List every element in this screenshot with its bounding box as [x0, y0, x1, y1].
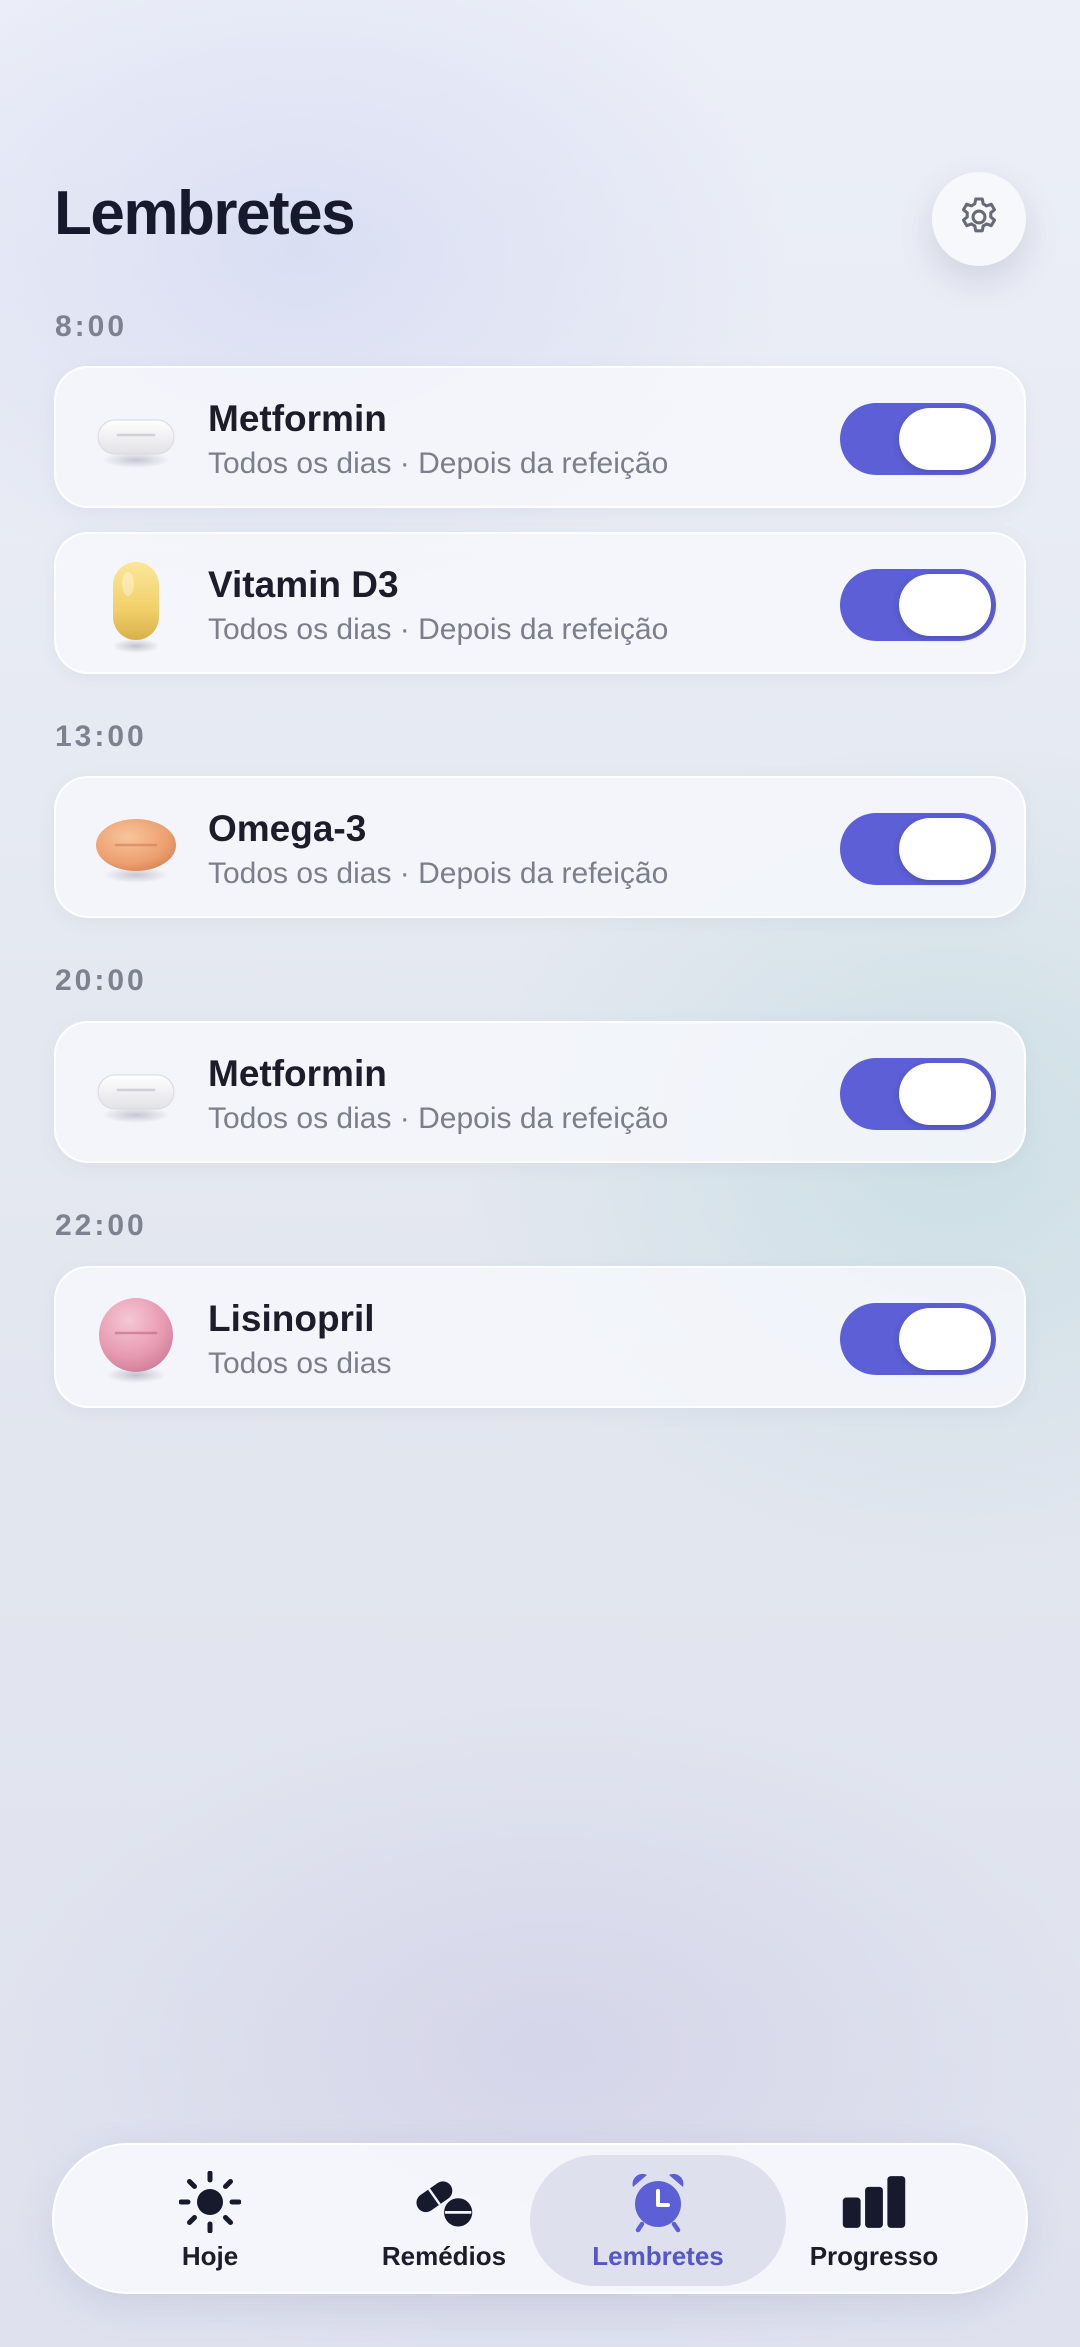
- toggle-knob: [899, 408, 991, 470]
- reminder-card[interactable]: Metformin Todos os dias · Depois da refe…: [54, 366, 1026, 508]
- time-label-0800: 8:00: [55, 310, 128, 343]
- time-label-2000: 20:00: [55, 964, 147, 997]
- settings-button[interactable]: [932, 172, 1026, 266]
- sun-icon: [177, 2171, 243, 2233]
- page-title: Lembretes: [54, 179, 356, 248]
- tab-progresso[interactable]: Progresso: [758, 2155, 990, 2286]
- med-name: Vitamin D3: [208, 564, 399, 605]
- tab-lembretes[interactable]: Lembretes: [530, 2155, 786, 2286]
- tab-bar: Hoje Remédios Lembretes Progresso: [52, 2143, 1028, 2294]
- pills-icon: [411, 2171, 477, 2233]
- reminder-card[interactable]: Lisinopril Todos os dias: [54, 1266, 1026, 1408]
- med-name: Metformin: [208, 398, 387, 439]
- toggle-knob: [899, 574, 991, 636]
- med-name: Metformin: [208, 1053, 387, 1094]
- time-label-1300: 13:00: [55, 720, 147, 753]
- med-schedule: Todos os dias · Depois da refeição: [208, 857, 669, 890]
- yellow-capsule-icon: [86, 556, 186, 656]
- bar-chart-icon: [841, 2171, 907, 2233]
- white-oval-tablet-icon: [86, 390, 186, 490]
- tab-label: Progresso: [809, 2241, 939, 2271]
- tab-hoje[interactable]: Hoje: [94, 2155, 326, 2286]
- toggle-knob: [899, 818, 991, 880]
- orange-softgel-icon: [86, 800, 186, 900]
- med-schedule: Todos os dias · Depois da refeição: [208, 613, 669, 646]
- reminder-card[interactable]: Vitamin D3 Todos os dias · Depois da ref…: [54, 532, 1026, 674]
- reminder-toggle[interactable]: [840, 569, 996, 641]
- med-name: Lisinopril: [208, 1298, 375, 1339]
- tab-label: Lembretes: [592, 2241, 724, 2271]
- reminder-toggle[interactable]: [840, 1058, 996, 1130]
- med-schedule: Todos os dias · Depois da refeição: [208, 1102, 669, 1135]
- reminder-card[interactable]: Metformin Todos os dias · Depois da refe…: [54, 1021, 1026, 1163]
- reminder-toggle[interactable]: [840, 813, 996, 885]
- pink-round-tablet-icon: [86, 1290, 186, 1390]
- med-schedule: Todos os dias: [208, 1347, 392, 1380]
- tab-label: Hoje: [181, 2241, 239, 2271]
- tab-label: Remédios: [381, 2241, 507, 2271]
- reminder-toggle[interactable]: [840, 403, 996, 475]
- toggle-knob: [899, 1308, 991, 1370]
- med-schedule: Todos os dias · Depois da refeição: [208, 447, 669, 480]
- reminder-toggle[interactable]: [840, 1303, 996, 1375]
- alarm-clock-icon: [625, 2171, 691, 2233]
- reminder-card[interactable]: Omega-3 Todos os dias · Depois da refeiç…: [54, 776, 1026, 918]
- med-name: Omega-3: [208, 808, 367, 849]
- white-oval-tablet-icon: [86, 1045, 186, 1145]
- tab-remedios[interactable]: Remédios: [328, 2155, 560, 2286]
- toggle-knob: [899, 1063, 991, 1125]
- time-label-2200: 22:00: [55, 1209, 147, 1242]
- gear-icon: [956, 194, 1002, 245]
